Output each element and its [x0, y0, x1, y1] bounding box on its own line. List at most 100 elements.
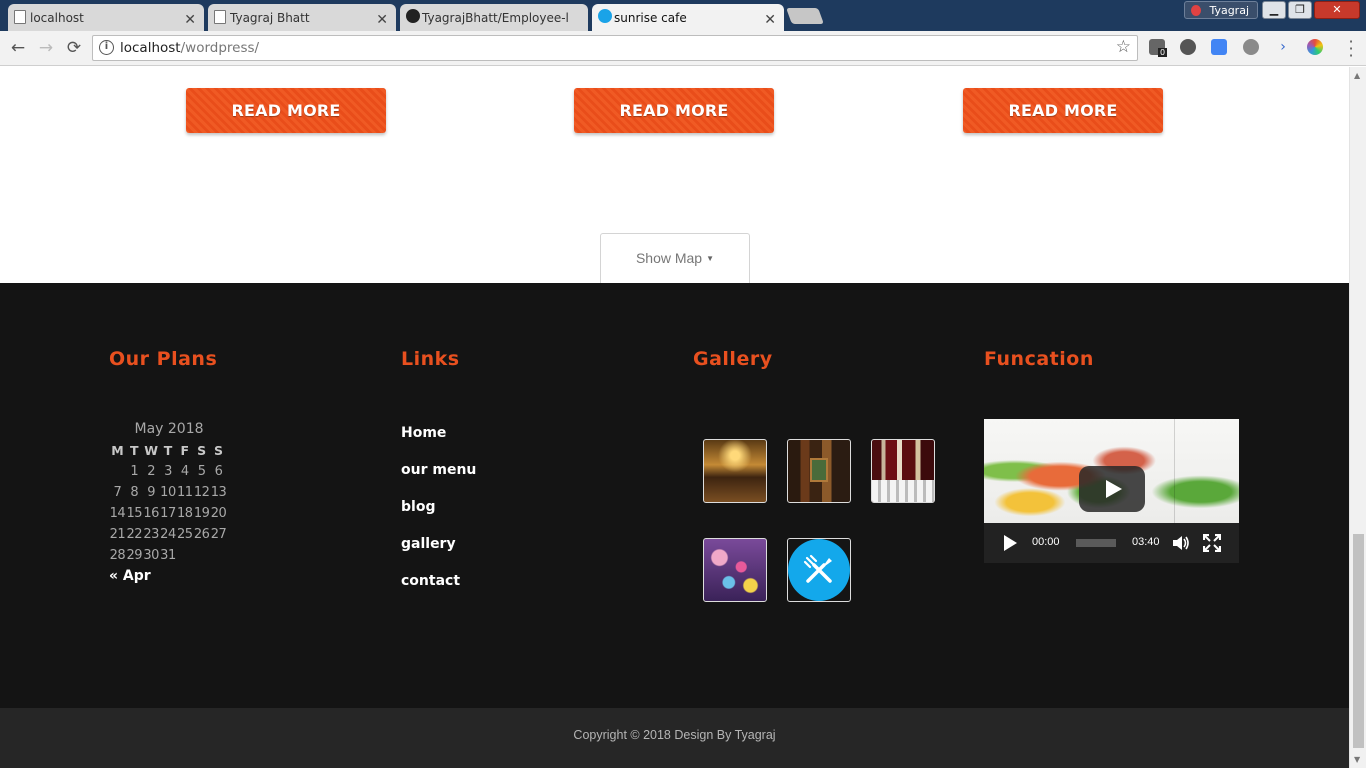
tab-title: TyagrajBhatt/Employee-l — [422, 10, 569, 25]
video-current-time: 00:00 — [1032, 536, 1060, 548]
reload-button[interactable]: ⟳ — [64, 38, 84, 58]
info-icon[interactable]: i — [99, 40, 114, 55]
footer-link-our-menu[interactable]: our menu — [401, 461, 476, 498]
scroll-up-arrow-icon[interactable]: ▲ — [1354, 71, 1360, 80]
gallery-image-5[interactable] — [787, 538, 851, 602]
calendar-day: 14 — [109, 506, 126, 521]
footer-title-links: Links — [401, 348, 460, 370]
settings-extension-icon[interactable] — [1243, 39, 1259, 55]
calendar-day: 21 — [109, 527, 126, 542]
calendar-week-row: 14 15 16 17 18 19 20 — [109, 503, 227, 524]
calendar-day: 12 — [193, 485, 210, 500]
footer-link-blog[interactable]: blog — [401, 498, 476, 535]
calendar-day: 26 — [193, 527, 210, 542]
calendar-day — [193, 545, 210, 566]
fullscreen-icon[interactable] — [1203, 534, 1221, 552]
calendar-day: 10 — [160, 485, 176, 500]
caret-down-icon: ▼ — [706, 254, 715, 264]
page-icon — [14, 10, 26, 24]
gallery-image-1[interactable] — [703, 439, 767, 503]
calendar-day: 18 — [177, 506, 193, 521]
video-player[interactable]: 00:00 03:40 — [984, 419, 1239, 563]
footer-links-list: Home our menu blog gallery contact — [401, 424, 476, 609]
copyright-bar: Copyright © 2018 Design By Tyagraj — [0, 708, 1349, 768]
gallery-image-4[interactable] — [703, 538, 767, 602]
page-viewport: READ MORE READ MORE READ MORE Show Map ▼ … — [0, 67, 1349, 768]
footer-link-home[interactable]: Home — [401, 424, 476, 461]
tab-tyagraj-bhatt[interactable]: Tyagraj Bhatt ✕ — [208, 4, 396, 31]
calendar-widget: May 2018 M T W T F S S 1 2 3 4 5 6 7 8 9 10 11 12 13… — [109, 421, 229, 584]
weekday-header: T — [163, 443, 173, 458]
close-icon[interactable]: ✕ — [764, 9, 776, 31]
tab-github-employee[interactable]: TyagrajBhatt/Employee-l — [400, 4, 588, 31]
read-more-button[interactable]: READ MORE — [574, 88, 774, 133]
fork-knife-logo-icon — [788, 539, 850, 601]
read-more-button[interactable]: READ MORE — [186, 88, 386, 133]
calendar-day: 28 — [109, 548, 126, 563]
show-map-label: Show Map — [635, 250, 703, 266]
page-icon — [214, 10, 226, 24]
calendar-day: 30 — [143, 548, 159, 563]
footer-title-funcation: Funcation — [984, 348, 1094, 370]
window-close-button[interactable]: ✕ — [1314, 1, 1360, 19]
play-overlay-button[interactable] — [1079, 466, 1145, 512]
page-scrollbar[interactable]: ▲ ▼ — [1349, 67, 1366, 768]
profile-icon — [1191, 5, 1201, 16]
calendar-day: 1 — [130, 464, 139, 479]
maximize-button[interactable]: ❐ — [1288, 1, 1312, 19]
close-icon[interactable]: ✕ — [184, 9, 196, 31]
weekday-header: T — [130, 443, 139, 458]
calendar-day: 22 — [126, 527, 143, 542]
address-url: localhost/wordpress/ — [120, 40, 259, 56]
calendar-day: 25 — [177, 527, 193, 542]
scroll-down-arrow-icon[interactable]: ▼ — [1354, 755, 1360, 764]
wordpress-extension-icon[interactable] — [1180, 39, 1196, 55]
video-duration: 03:40 — [1132, 536, 1160, 548]
calendar-prev-month-link[interactable]: « Apr — [109, 568, 229, 584]
show-map-button[interactable]: Show Map ▼ — [600, 233, 750, 283]
calendar-day: 20 — [210, 506, 227, 521]
weekday-header: F — [180, 443, 190, 458]
volume-icon[interactable] — [1172, 535, 1190, 551]
bookmark-star-icon[interactable]: ☆ — [1116, 37, 1131, 57]
gallery-image-2[interactable] — [787, 439, 851, 503]
close-icon[interactable]: ✕ — [376, 9, 388, 31]
minimize-button[interactable]: ▁ — [1262, 1, 1286, 19]
calendar-day: 29 — [126, 548, 143, 563]
translate-extension-icon[interactable] — [1211, 39, 1227, 55]
play-icon[interactable] — [1004, 535, 1017, 551]
color-picker-extension-icon[interactable] — [1307, 39, 1323, 55]
calendar-day: 4 — [180, 464, 189, 479]
scrollbar-thumb[interactable] — [1353, 534, 1364, 748]
weekday-header: M — [111, 443, 124, 458]
new-tab-button[interactable] — [786, 8, 824, 24]
calendar-day: 9 — [147, 485, 155, 500]
footer: Our Plans May 2018 M T W T F S S 1234567… — [0, 283, 1349, 708]
calendar-day: 19 — [193, 506, 210, 521]
footer-link-contact[interactable]: contact — [401, 572, 476, 609]
read-more-button[interactable]: READ MORE — [963, 88, 1163, 133]
github-icon — [406, 9, 420, 23]
tab-sunrise-cafe[interactable]: sunrise cafe ✕ — [592, 4, 784, 31]
browser-menu-icon[interactable]: · · · — [1346, 34, 1356, 64]
calendar-body: 1 2 3 4 5 6 7 8 9 10 11 12 13 14 15 16 17 18 19 20 21 22 23 24 2… — [109, 461, 227, 566]
tab-localhost[interactable]: localhost ✕ — [8, 4, 204, 31]
calendar-day: 3 — [164, 464, 172, 479]
extension-icon[interactable]: 0 — [1149, 39, 1168, 57]
gallery-image-3[interactable] — [871, 439, 935, 503]
tab-title: localhost — [30, 10, 84, 25]
tab-title: sunrise cafe — [614, 10, 687, 25]
calendar-day: 15 — [126, 506, 143, 521]
forward-button[interactable]: → — [36, 38, 56, 58]
calendar-week-row: 7 8 9 10 11 12 13 — [109, 482, 227, 503]
calendar-day: 6 — [214, 464, 223, 479]
footer-link-gallery[interactable]: gallery — [401, 535, 476, 572]
address-bar[interactable]: i localhost/wordpress/ ☆ — [92, 35, 1138, 61]
url-path: /wordpress/ — [180, 40, 260, 56]
chevron-right-icon[interactable]: › — [1275, 39, 1291, 55]
calendar-day: 27 — [210, 527, 227, 542]
calendar-day — [210, 545, 227, 566]
back-button[interactable]: ← — [8, 38, 28, 58]
video-progress-bar[interactable] — [1076, 539, 1116, 547]
profile-button[interactable]: Tyagraj — [1184, 1, 1258, 19]
